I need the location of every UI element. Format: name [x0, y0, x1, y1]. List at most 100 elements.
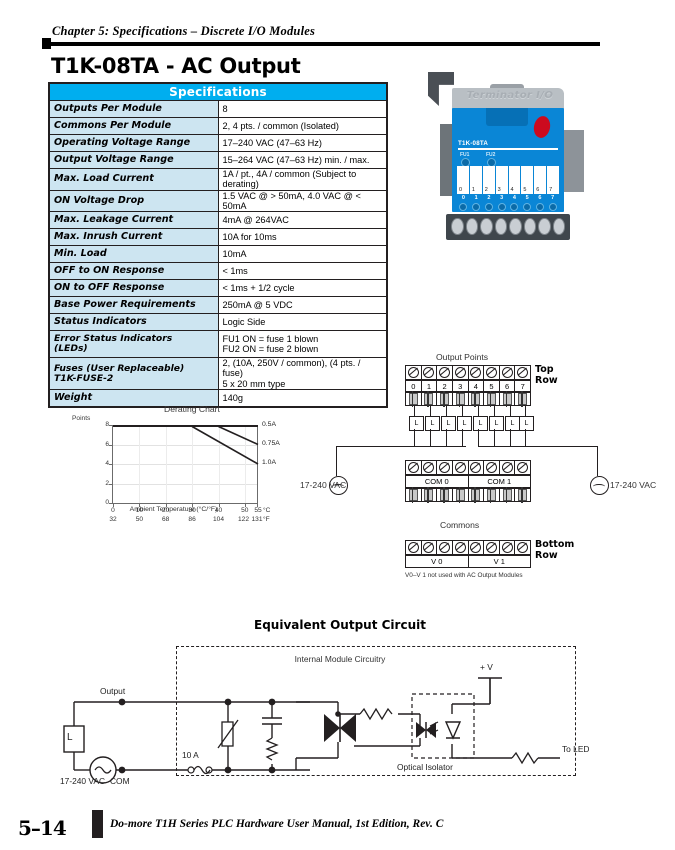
x-tick-label-f: 104	[212, 516, 224, 523]
screw-terminal[interactable]	[484, 541, 500, 554]
series-label-0-5a: 0.5A	[262, 421, 276, 428]
spec-key-line2: T1K-FUSE-2	[54, 372, 114, 384]
point-number: 3	[500, 195, 504, 201]
top-row-numbers: 0 1 2 3 4 5 6 7	[405, 380, 531, 392]
screw-terminal[interactable]	[453, 461, 469, 474]
terminal-number: 5	[523, 187, 527, 193]
table-row: ON Voltage Drop 1.5 VAC @ > 50mA, 4.0 VAC…	[49, 189, 387, 213]
led-icon	[459, 203, 468, 211]
status-led	[457, 203, 470, 211]
screw-terminal[interactable]	[515, 366, 530, 379]
fuse-icon	[440, 487, 450, 503]
terminal-slot: 7	[547, 166, 559, 194]
table-row: ON to OFF Response < 1ms + 1/2 cycle	[49, 279, 387, 298]
top-row-label: Top Row	[535, 364, 558, 386]
point-number: 7	[551, 195, 555, 201]
point-number: 1	[474, 195, 478, 201]
screw-terminal[interactable]	[515, 541, 530, 554]
footer-bar	[92, 810, 103, 838]
screw-icon	[501, 367, 513, 378]
spec-key: Max. Leakage Current	[49, 211, 219, 230]
screw-terminal[interactable]	[437, 461, 453, 474]
status-led	[546, 203, 559, 211]
fuse-icon	[424, 391, 434, 407]
screw-icon	[465, 218, 478, 235]
spec-value: 4mA @ 264VAC	[217, 211, 387, 230]
page-title: T1K-08TA - AC Output	[51, 54, 301, 78]
fuse-cell	[453, 487, 469, 503]
commons-row-screws	[405, 460, 531, 475]
ac-source-right-icon	[590, 476, 609, 495]
point-number: 5	[484, 381, 500, 391]
screw-terminal[interactable]	[515, 461, 530, 474]
output-label: Output	[100, 686, 126, 696]
status-led	[521, 203, 534, 211]
fuse-cell	[406, 487, 422, 503]
wiring-diagram: Output Points Top Row 0 1 2 3 4 5 6 7 L …	[300, 350, 675, 595]
common-1-label: COM 1	[487, 477, 512, 486]
fuse-icon	[440, 391, 450, 407]
screw-terminal[interactable]	[406, 366, 422, 379]
common-0-label: COM 0	[406, 476, 469, 487]
optical-isolator-label: Optical Isolator	[397, 762, 453, 772]
table-row: Operating Voltage Range 17–240 VAC (47–63…	[49, 134, 387, 152]
spec-value: 10mA	[217, 245, 387, 264]
datasheet-page: Chapter 5: Specifications – Discrete I/O…	[0, 0, 675, 850]
screw-icon	[485, 367, 497, 378]
equivalent-output-circuit: Equivalent Output Circuit Internal Modul…	[60, 618, 620, 798]
screw-terminal[interactable]	[469, 366, 485, 379]
screw-terminal[interactable]	[406, 541, 422, 554]
point-number: 1	[422, 381, 438, 391]
load-symbol: L	[409, 416, 424, 431]
spec-value: 10A for 10ms	[217, 228, 387, 247]
screw-icon	[552, 218, 565, 235]
top-row-fuses	[405, 391, 531, 407]
series-label-1-0a: 1.0A	[262, 459, 276, 466]
screw-terminal[interactable]	[469, 541, 485, 554]
status-led	[495, 203, 508, 211]
screw-terminal[interactable]	[500, 541, 516, 554]
top-row-screws	[405, 365, 531, 380]
screw-terminal[interactable]	[484, 366, 500, 379]
module-fuse-leds: FU1 FU2	[460, 152, 518, 167]
screw-terminal[interactable]	[484, 461, 500, 474]
screw-terminal[interactable]	[469, 461, 485, 474]
commons-label: Commons	[440, 520, 480, 530]
terminal-slot: 6	[534, 166, 548, 194]
screw-terminal[interactable]	[422, 366, 438, 379]
table-row: Status Indicators Logic Side	[49, 313, 387, 332]
table-row: Commons Per Module 2, 4 pts. / common (Is…	[49, 117, 387, 135]
screw-terminal[interactable]	[422, 461, 438, 474]
load-symbol: L	[441, 416, 456, 431]
spec-key: ON Voltage Drop	[49, 189, 219, 213]
screw-terminal[interactable]	[453, 366, 469, 379]
screw-terminal[interactable]	[437, 541, 453, 554]
point-number: 2	[437, 381, 453, 391]
screw-terminal[interactable]	[422, 541, 438, 554]
module-terminal-strip: 0 1 2 3 4 5 6 7	[457, 166, 559, 194]
point-number: 3	[453, 381, 469, 391]
led-icon	[548, 203, 557, 211]
chart-y-axis-label: Points	[72, 415, 91, 422]
screw-terminal[interactable]	[500, 366, 516, 379]
status-led	[508, 203, 521, 211]
screw-icon	[480, 218, 493, 235]
fuse-icon	[486, 391, 496, 407]
screw-icon	[517, 462, 529, 473]
screw-terminal[interactable]	[437, 366, 453, 379]
screw-icon	[439, 462, 451, 473]
fuse-cell	[437, 391, 453, 407]
circuit-schematic	[63, 677, 560, 784]
fuse-icon	[518, 391, 528, 407]
fuse-icon	[408, 391, 418, 407]
screw-terminal[interactable]	[453, 541, 469, 554]
screw-terminal[interactable]	[500, 461, 516, 474]
com-label: COM	[110, 776, 130, 786]
y-tick-label: 0	[105, 499, 109, 506]
fuse-cell	[500, 391, 516, 407]
terminal-number: 4	[510, 187, 514, 193]
terminal-slot: 2	[482, 166, 496, 194]
screw-icon	[470, 462, 482, 473]
table-row: Output Voltage Range 15–264 VAC (47–63 Hz…	[49, 151, 387, 169]
screw-terminal[interactable]	[406, 461, 422, 474]
